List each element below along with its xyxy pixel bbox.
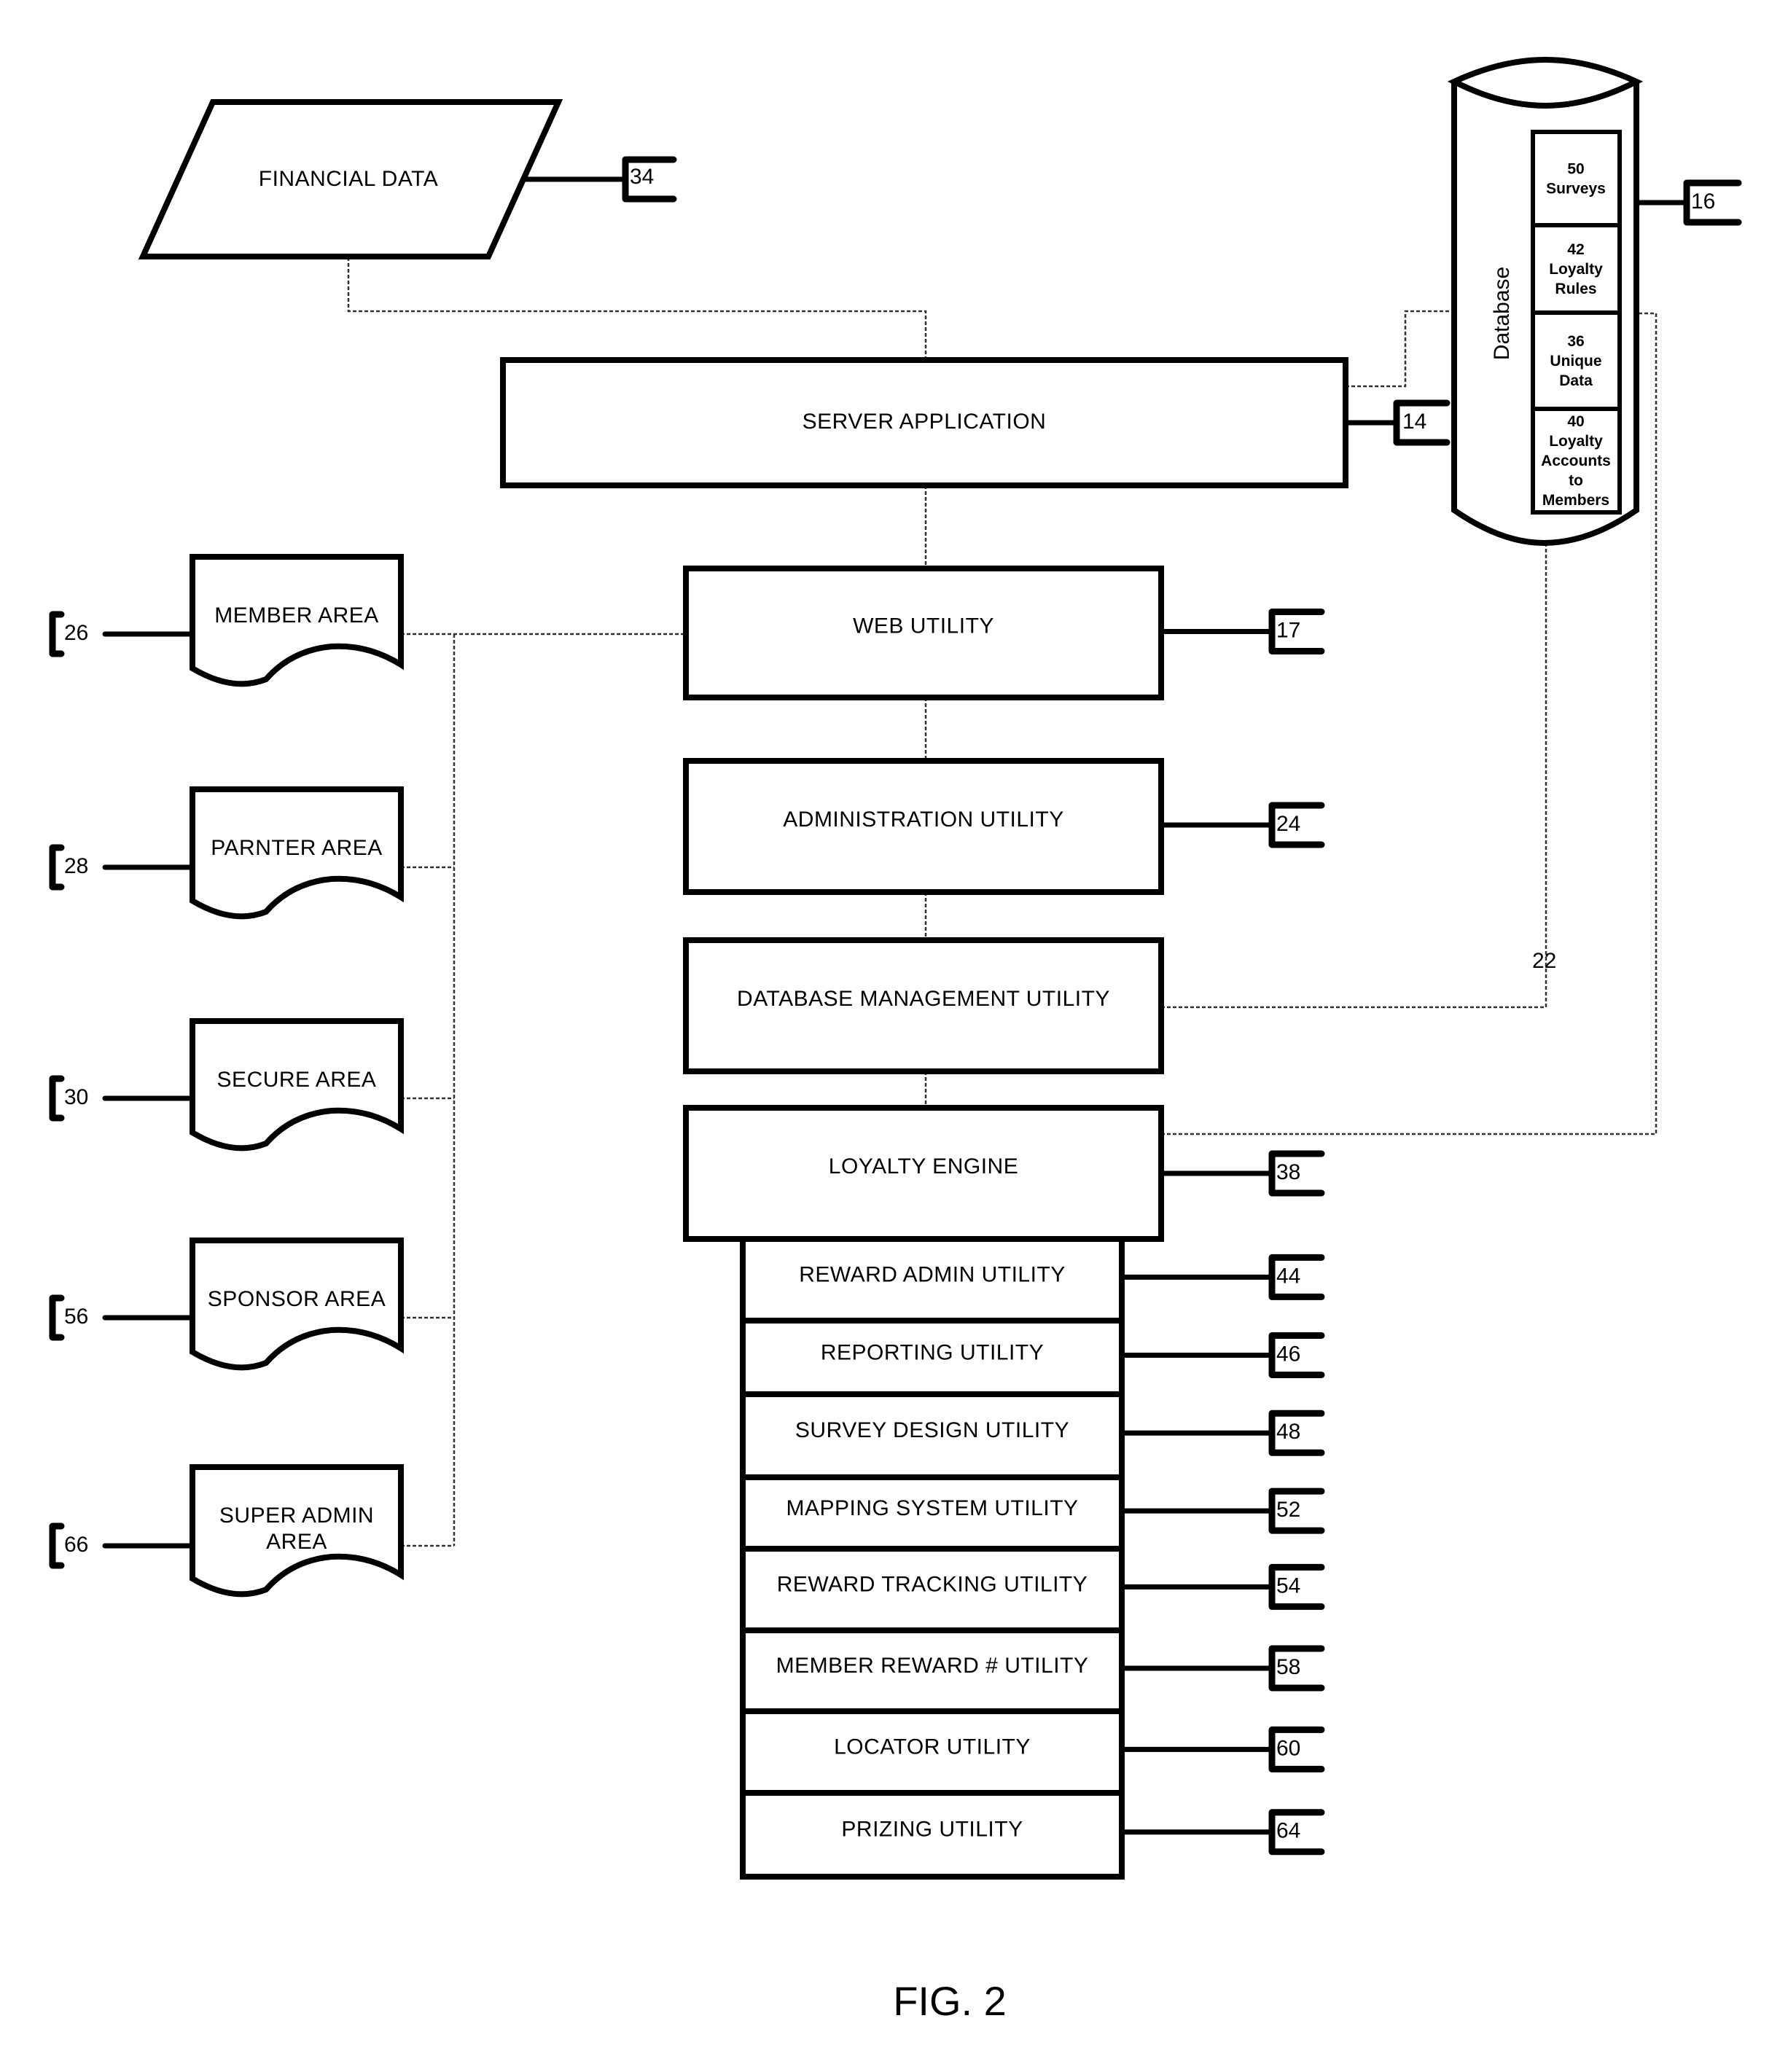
loyalty-engine-node[interactable]: LOYALTY ENGINE 38 [683, 1105, 1325, 1242]
database-segment-line: Data [1559, 372, 1593, 389]
database-node[interactable]: Database 50 Surveys 42 Loyalty Rules 36 Unique… [1447, 56, 1742, 973]
engine-utility-label: MEMBER REWARD # UTILITY [776, 1654, 1089, 1678]
engine-utility-node[interactable]: SURVEY DESIGN UTILITY 48 [740, 1391, 1325, 1480]
ref-bracket [49, 611, 65, 657]
loyalty-engine-label: LOYALTY ENGINE [829, 1154, 1018, 1178]
engine-utility-node[interactable]: REWARD TRACKING UTILITY 54 [740, 1546, 1325, 1633]
core-modules: WEB UTILITY 17 ADMINISTRATION UTILITY 24 DAT… [683, 566, 1325, 1242]
server-application-label: SERVER APPLICATION [803, 410, 1047, 434]
ref-number: 26 [64, 621, 88, 645]
connector-financial-to-server [347, 257, 927, 360]
database-segment[interactable]: 42 Loyalty Rules [1531, 223, 1622, 315]
ref-number: 44 [1276, 1264, 1300, 1288]
area-node[interactable]: MEMBER AREA 26 [49, 554, 404, 687]
administration-utility-node[interactable]: ADMINISTRATION UTILITY 24 [683, 758, 1325, 895]
database-management-utility-label: DATABASE MANAGEMENT UTILITY [737, 987, 1110, 1011]
ref-bracket [49, 844, 65, 891]
ref-number: 14 [1402, 410, 1426, 434]
engine-utility-node[interactable]: LOCATOR UTILITY 60 [740, 1708, 1325, 1796]
database-segment-line: Surveys [1546, 181, 1606, 198]
ref-number: 46 [1276, 1342, 1300, 1366]
areas: MEMBER AREA 26 PARNTER AREA 28 SECURE AREA 30… [49, 554, 404, 1598]
figure-caption: FIG. 2 [893, 1978, 1007, 2024]
database-segment-line: 42 [1567, 241, 1584, 258]
database-segments: 50 Surveys 42 Loyalty Rules 36 Unique Data 40 Loy… [1531, 130, 1622, 515]
web-utility-label: WEB UTILITY [853, 614, 994, 638]
area-label: PARNTER AREA [211, 836, 383, 860]
database-segment-line: Loyalty [1549, 433, 1603, 450]
ref-bracket [49, 1294, 65, 1341]
ref-number: 60 [1276, 1736, 1300, 1760]
engine-utility-label: MAPPING SYSTEM UTILITY [786, 1496, 1078, 1520]
engine-utility-label: REPORTING UTILITY [821, 1340, 1044, 1364]
area-node[interactable]: SPONSOR AREA 56 [49, 1238, 404, 1371]
database-title: Database [1490, 267, 1514, 360]
connector-dbmgmt-to-database [1161, 543, 1547, 1009]
ref-number: 52 [1276, 1498, 1300, 1522]
database-segment-line: to [1569, 472, 1583, 489]
engine-utility-node[interactable]: MAPPING SYSTEM UTILITY 52 [740, 1474, 1325, 1552]
engine-utility-label: PRIZING UTILITY [841, 1818, 1023, 1842]
area-label: SECURE AREA [217, 1068, 377, 1092]
server-application-node[interactable]: SERVER APPLICATION 14 [500, 357, 1451, 488]
database-segment-box [1531, 130, 1622, 227]
area-node[interactable]: SECURE AREA 30 [49, 1018, 404, 1152]
database-segment-line: Loyalty [1549, 261, 1603, 278]
ref-number: 24 [1276, 812, 1300, 836]
database-segment[interactable]: 40 Loyalty Accounts to Members [1531, 407, 1622, 515]
database-management-utility-node[interactable]: DATABASE MANAGEMENT UTILITY [683, 937, 1164, 1074]
system-diagram: FINANCIAL DATA 34 SERVER APPLICATION 14 … [49, 56, 1742, 2024]
database-segment-line: 40 [1567, 413, 1584, 430]
ref-number: 16 [1691, 189, 1715, 214]
engine-utilities: REWARD ADMIN UTILITY 44 REPORTING UTILITY 4… [740, 1236, 1325, 1880]
database-segment-line: Members [1542, 492, 1609, 509]
engine-utility-node[interactable]: MEMBER REWARD # UTILITY 58 [740, 1627, 1325, 1714]
engine-utility-label: REWARD TRACKING UTILITY [777, 1572, 1088, 1596]
ref-number: 64 [1276, 1819, 1300, 1843]
area-node[interactable]: SUPER ADMINAREA 66 [49, 1464, 404, 1598]
database-segment-line: 36 [1567, 333, 1584, 350]
ref-number: 54 [1276, 1573, 1300, 1598]
engine-utility-label: REWARD ADMIN UTILITY [799, 1262, 1066, 1286]
ref-bracket [49, 1075, 65, 1122]
ref-number: 17 [1276, 618, 1300, 642]
ref-number: 56 [64, 1305, 88, 1329]
area-label: AREA [266, 1530, 327, 1554]
ref-number: 34 [630, 165, 654, 189]
database-segment-line: 50 [1567, 161, 1584, 178]
web-utility-node[interactable]: WEB UTILITY 17 [683, 566, 1325, 700]
database-segment-line: Rules [1555, 281, 1596, 297]
area-label: SUPER ADMIN [219, 1504, 374, 1528]
administration-utility-label: ADMINISTRATION UTILITY [783, 808, 1063, 832]
ref-number: 66 [64, 1533, 88, 1557]
connector-server-to-database [1346, 310, 1451, 388]
ref-bracket [49, 1522, 65, 1569]
area-label: MEMBER AREA [214, 603, 379, 628]
database-segment[interactable]: 36 Unique Data [1531, 310, 1622, 411]
database-segment-line: Unique [1550, 353, 1601, 370]
area-node[interactable]: PARNTER AREA 28 [49, 786, 404, 920]
engine-utility-label: LOCATOR UTILITY [834, 1735, 1031, 1759]
ref-number: 38 [1276, 1160, 1300, 1184]
ref-number: 48 [1276, 1420, 1300, 1444]
engine-utility-node[interactable]: REWARD ADMIN UTILITY 44 [740, 1236, 1325, 1324]
engine-utility-node[interactable]: REPORTING UTILITY 46 [740, 1318, 1325, 1397]
engine-utility-node[interactable]: PRIZING UTILITY 64 [740, 1790, 1325, 1880]
database-segment-line: Accounts [1541, 453, 1611, 469]
engine-utility-label: SURVEY DESIGN UTILITY [795, 1418, 1069, 1442]
ref-number: 28 [64, 854, 88, 878]
ref-number: 58 [1276, 1655, 1300, 1679]
ref-number: 30 [64, 1085, 88, 1109]
database-segment[interactable]: 50 Surveys [1531, 130, 1622, 227]
database-link-ref: 22 [1532, 949, 1556, 973]
financial-data-label: FINANCIAL DATA [259, 167, 438, 191]
financial-data-node[interactable]: FINANCIAL DATA 34 [138, 99, 677, 259]
area-label: SPONSOR AREA [208, 1287, 386, 1311]
